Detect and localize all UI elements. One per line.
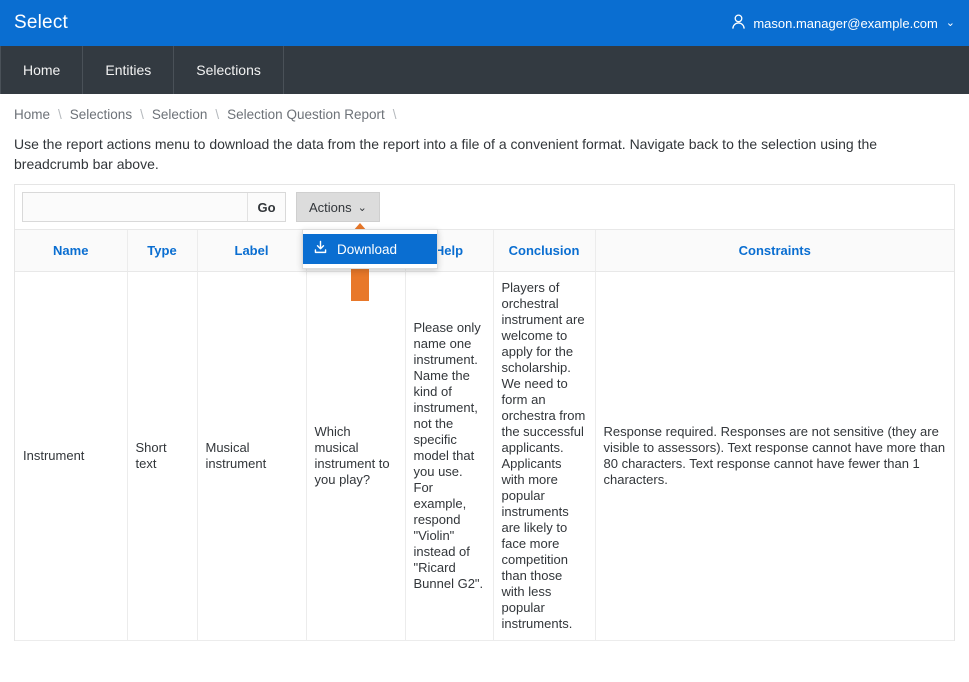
chevron-down-icon: ⌄ [358, 201, 367, 214]
report-table: Name Type Label Question Help Conclusion… [15, 229, 954, 641]
column-header-label[interactable]: Label [197, 230, 306, 272]
app-header: Select mason.manager@example.com ⌄ [0, 0, 969, 46]
breadcrumb-separator: \ [140, 107, 144, 122]
download-icon [313, 240, 328, 258]
column-header-conclusion[interactable]: Conclusion [493, 230, 595, 272]
chevron-down-icon: ⌄ [946, 18, 955, 29]
report-toolbar: Go Actions ⌄ [15, 185, 954, 229]
user-account-menu[interactable]: mason.manager@example.com ⌄ [731, 14, 955, 33]
breadcrumb-separator: \ [393, 107, 397, 122]
user-email: mason.manager@example.com [753, 16, 937, 31]
breadcrumb-item-selection[interactable]: Selection [152, 107, 208, 122]
search-control: Go [22, 192, 286, 222]
column-header-constraints[interactable]: Constraints [595, 230, 954, 272]
actions-button-label: Actions [309, 200, 352, 215]
column-header-name[interactable]: Name [15, 230, 127, 272]
table-header-row: Name Type Label Question Help Conclusion… [15, 230, 954, 272]
breadcrumb-item-selection-question-report[interactable]: Selection Question Report [227, 107, 385, 122]
nav-item-label: Entities [105, 62, 151, 78]
cell-type: Short text [127, 272, 197, 641]
page-description: Use the report actions menu to download … [0, 128, 900, 184]
table-row: Instrument Short text Musical instrument… [15, 272, 954, 641]
cell-name: Instrument [15, 272, 127, 641]
cell-help: Please only name one instrument. Name th… [405, 272, 493, 641]
breadcrumb-item-selections[interactable]: Selections [70, 107, 132, 122]
main-navigation: Home Entities Selections [0, 46, 969, 94]
actions-button[interactable]: Actions ⌄ [296, 192, 380, 222]
nav-item-entities[interactable]: Entities [83, 46, 174, 94]
breadcrumb: Home \ Selections \ Selection \ Selectio… [0, 94, 969, 128]
nav-item-home[interactable]: Home [0, 46, 83, 94]
nav-item-label: Selections [196, 62, 261, 78]
nav-item-label: Home [23, 62, 60, 78]
actions-dropdown-menu: Download [302, 229, 438, 269]
breadcrumb-separator: \ [215, 107, 219, 122]
cell-label: Musical instrument [197, 272, 306, 641]
go-button[interactable]: Go [247, 193, 285, 221]
menu-item-download[interactable]: Download [303, 234, 437, 264]
column-header-type[interactable]: Type [127, 230, 197, 272]
cell-conclusion: Players of orchestral instrument are wel… [493, 272, 595, 641]
person-icon [731, 14, 746, 33]
breadcrumb-separator: \ [58, 107, 62, 122]
app-title: Select [14, 12, 68, 34]
cell-question: Which musical instrument to you play? [306, 272, 405, 641]
report-panel: Go Actions ⌄ Download [14, 184, 955, 641]
cell-constraints: Response required. Responses are not sen… [595, 272, 954, 641]
breadcrumb-item-home[interactable]: Home [14, 107, 50, 122]
menu-item-label: Download [337, 242, 397, 257]
nav-item-selections[interactable]: Selections [174, 46, 284, 94]
search-input[interactable] [23, 193, 247, 221]
